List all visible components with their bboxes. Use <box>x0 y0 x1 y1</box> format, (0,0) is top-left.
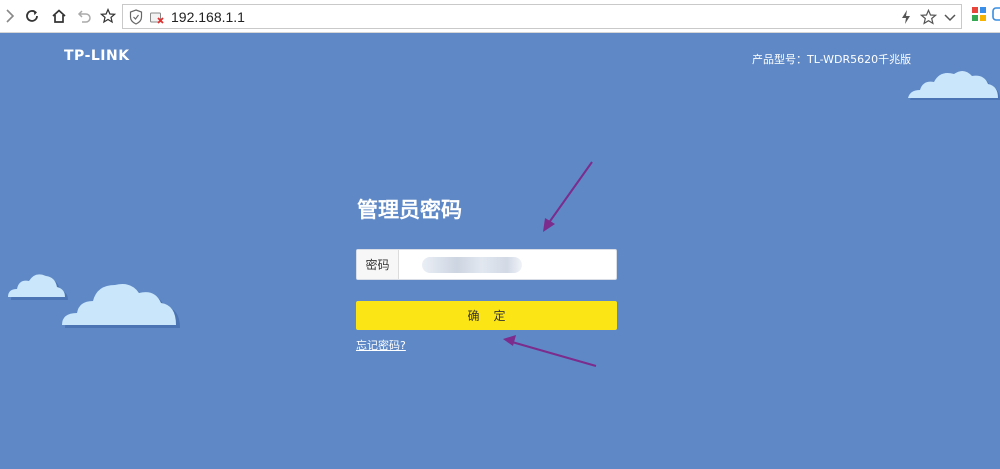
extension-icon[interactable] <box>992 6 1000 27</box>
apps-icon[interactable] <box>971 6 987 27</box>
password-label: 密码 <box>357 250 399 279</box>
insecure-connection-icon[interactable] <box>149 9 165 30</box>
star-icon[interactable] <box>98 6 118 26</box>
address-bar[interactable]: 192.168.1.1 <box>122 4 962 29</box>
undo-icon[interactable] <box>74 6 94 26</box>
cloud-icon <box>62 284 180 328</box>
page-title: 管理员密码 <box>357 198 462 222</box>
confirm-button[interactable]: 确定 <box>356 301 617 330</box>
lightning-icon[interactable] <box>900 9 912 30</box>
password-field-group: 密码 <box>356 249 617 280</box>
favorite-star-icon[interactable] <box>919 8 938 30</box>
annotation-arrow <box>503 335 597 367</box>
shield-icon[interactable] <box>129 9 143 30</box>
browser-toolbar: 192.168.1.1 <box>0 0 1000 33</box>
cloud-icon <box>908 70 1000 100</box>
product-model-label: 产品型号：TL-WDR5620千兆版 <box>752 53 912 66</box>
url-text[interactable]: 192.168.1.1 <box>171 9 245 25</box>
annotation-arrows <box>503 161 597 367</box>
chevron-right-icon[interactable] <box>0 6 20 26</box>
home-icon[interactable] <box>49 6 69 26</box>
chevron-down-icon[interactable] <box>943 9 957 30</box>
tp-link-logo: TP-LINK <box>64 48 130 64</box>
annotation-arrow <box>543 161 593 232</box>
obscured-password-value <box>422 257 522 273</box>
cloud-icon <box>8 274 68 300</box>
forgot-password-link[interactable]: 忘记密码? <box>356 337 406 353</box>
reload-icon[interactable] <box>22 6 42 26</box>
